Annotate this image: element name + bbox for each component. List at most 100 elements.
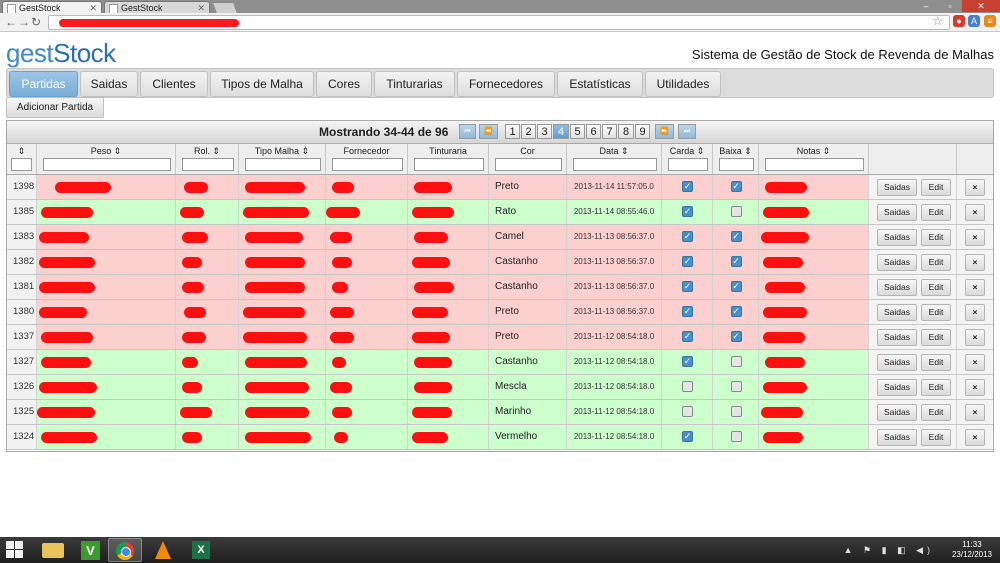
col-carda-header[interactable]: Carda ⇕	[662, 144, 713, 174]
col-tipo-malha-header[interactable]: Tipo Malha ⇕	[239, 144, 326, 174]
chrome-icon[interactable]	[108, 538, 142, 562]
sort-icon[interactable]: ⇕	[7, 146, 36, 157]
peso-filter-input[interactable]	[43, 158, 171, 171]
edit-button[interactable]: Edit	[921, 229, 951, 246]
baixa-checkbox[interactable]: ✓	[730, 231, 742, 242]
delete-icon[interactable]: ×	[965, 379, 985, 396]
table-row[interactable]: 1380 Preto 2013-11-13 08:56:37.0 ✓ ✓ Saidas …	[7, 300, 993, 325]
saidas-button[interactable]: Saidas	[877, 354, 917, 371]
carda-checkbox[interactable]: ✓	[682, 281, 693, 292]
tab-cores[interactable]: Cores	[316, 71, 372, 97]
baixa-checkbox[interactable]: ✓	[730, 306, 742, 317]
tab-partidas[interactable]: Partidas	[9, 71, 78, 97]
col-id-header[interactable]: ⇕	[7, 144, 37, 174]
col-peso-header[interactable]: Peso ⇕	[37, 144, 176, 174]
baixa-filter-input[interactable]	[719, 158, 754, 171]
saidas-button[interactable]: Saidas	[877, 279, 917, 296]
baixa-checkbox[interactable]: ✓	[730, 256, 742, 267]
col-baixa-header[interactable]: Baixa ⇕	[713, 144, 759, 174]
tab-utilidades[interactable]: Utilidades	[645, 71, 721, 97]
tab-saidas[interactable]: Saidas	[80, 71, 138, 97]
table-row[interactable]: 1337 Preto 2013-11-12 08:54:18.0 ✓ ✓ Saidas …	[7, 325, 993, 350]
col-fornecedor-header[interactable]: Fornecedor	[326, 144, 408, 174]
tab-tipos-de-malha[interactable]: Tipos de Malha	[210, 71, 314, 97]
cor-filter-input[interactable]	[495, 158, 562, 171]
carda-checkbox[interactable]: ✓	[682, 231, 693, 242]
table-row[interactable]: 1382 Castanho 2013-11-13 08:56:37.0 ✓ ✓ Said…	[7, 250, 993, 275]
edit-button[interactable]: Edit	[921, 254, 951, 271]
file-explorer-icon[interactable]	[36, 538, 70, 562]
reload-icon[interactable]: ↻	[31, 14, 41, 30]
edit-button[interactable]: Edit	[921, 404, 951, 421]
baixa-checkbox[interactable]: ✓	[730, 181, 742, 192]
baixa-checkbox[interactable]	[730, 356, 742, 367]
delete-icon[interactable]: ×	[965, 279, 985, 296]
sort-icon[interactable]: ⇕	[302, 146, 310, 156]
notas-filter-input[interactable]	[765, 158, 864, 171]
edit-button[interactable]: Edit	[921, 179, 951, 196]
menu-icon[interactable]: ≡	[984, 15, 996, 27]
fornecedor-filter-input[interactable]	[332, 158, 403, 171]
page-button[interactable]: 3	[537, 124, 552, 139]
first-page-icon[interactable]: ⏮	[459, 124, 476, 139]
carda-checkbox[interactable]: ✓	[682, 331, 693, 342]
table-row[interactable]: 1381 Castanho 2013-11-13 08:56:37.0 ✓ ✓ Said…	[7, 275, 993, 300]
page-button[interactable]: 9	[635, 124, 650, 139]
col-data-header[interactable]: Data ⇕	[567, 144, 662, 174]
edit-button[interactable]: Edit	[921, 429, 951, 446]
carda-checkbox[interactable]	[682, 381, 693, 392]
saidas-button[interactable]: Saidas	[877, 329, 917, 346]
tab-tinturarias[interactable]: Tinturarias	[374, 71, 455, 97]
data-filter-input[interactable]	[573, 158, 657, 171]
baixa-checkbox[interactable]	[730, 206, 742, 217]
delete-icon[interactable]: ×	[965, 354, 985, 371]
table-row[interactable]: 1327 Castanho 2013-11-12 08:54:18.0 ✓ Saida…	[7, 350, 993, 375]
baixa-checkbox[interactable]: ✓	[730, 281, 742, 292]
table-row[interactable]: 1398 Preto 2013-11-14 11:57:05.0 ✓ ✓ Saidas …	[7, 175, 993, 200]
bookmark-star-icon[interactable]: ☆	[932, 14, 943, 28]
browser-tab-inactive[interactable]: GestStock ✕	[104, 1, 210, 14]
tab-fornecedores[interactable]: Fornecedores	[457, 71, 555, 97]
sort-icon[interactable]: ⇕	[212, 146, 220, 156]
sort-icon[interactable]: ⇕	[697, 146, 705, 156]
excel-icon[interactable]: X	[184, 538, 218, 562]
back-icon[interactable]: ←	[5, 14, 17, 30]
id-filter-input[interactable]	[11, 158, 32, 171]
baixa-checkbox[interactable]: ✓	[730, 331, 742, 342]
tab-estatisticas[interactable]: Estatísticas	[557, 71, 643, 97]
sort-icon[interactable]: ⇕	[621, 146, 629, 156]
tinturaria-filter-input[interactable]	[414, 158, 484, 171]
carda-checkbox[interactable]: ✓	[682, 256, 693, 267]
saidas-button[interactable]: Saidas	[877, 204, 917, 221]
carda-checkbox[interactable]: ✓	[682, 356, 693, 367]
baixa-checkbox[interactable]	[730, 381, 742, 392]
carda-filter-input[interactable]	[668, 158, 708, 171]
forward-icon[interactable]: →	[18, 14, 30, 30]
tipo-malha-filter-input[interactable]	[245, 158, 321, 171]
saidas-button[interactable]: Saidas	[877, 254, 917, 271]
saidas-button[interactable]: Saidas	[877, 304, 917, 321]
maximize-icon[interactable]: ▫	[938, 0, 962, 12]
saidas-button[interactable]: Saidas	[877, 179, 917, 196]
system-tray-icons[interactable]: ▲ ⚑ ▮ ◧ ◀)	[844, 545, 934, 556]
sort-icon[interactable]: ⇕	[823, 146, 831, 156]
page-button[interactable]: 2	[521, 124, 536, 139]
table-row[interactable]: 1383 Camel 2013-11-13 08:56:37.0 ✓ ✓ Saidas …	[7, 225, 993, 250]
carda-checkbox[interactable]: ✓	[682, 306, 693, 317]
delete-icon[interactable]: ×	[965, 254, 985, 271]
saidas-button[interactable]: Saidas	[877, 379, 917, 396]
browser-tab-active[interactable]: GestStock ✕	[2, 1, 102, 14]
delete-icon[interactable]: ×	[965, 304, 985, 321]
clock[interactable]: 11:33 23/12/2013	[952, 540, 992, 560]
carda-checkbox[interactable]: ✓	[682, 206, 693, 217]
edit-button[interactable]: Edit	[921, 379, 951, 396]
delete-icon[interactable]: ×	[965, 179, 985, 196]
saidas-button[interactable]: Saidas	[877, 229, 917, 246]
address-bar[interactable]: ☆	[48, 14, 950, 30]
edit-button[interactable]: Edit	[921, 354, 951, 371]
edit-button[interactable]: Edit	[921, 304, 951, 321]
last-page-icon[interactable]: ⏭	[678, 124, 696, 139]
delete-icon[interactable]: ×	[965, 229, 985, 246]
delete-icon[interactable]: ×	[965, 204, 985, 221]
delete-icon[interactable]: ×	[965, 429, 985, 446]
